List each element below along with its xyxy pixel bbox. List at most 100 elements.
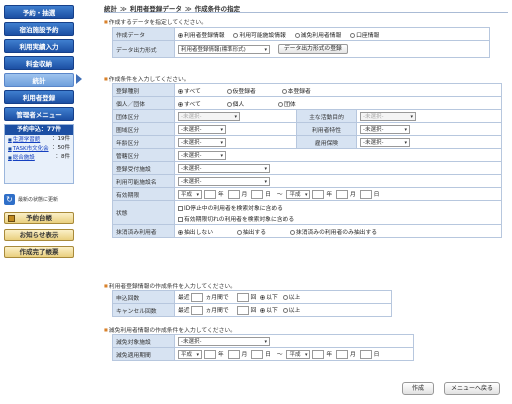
apply-times-input[interactable] (236, 293, 249, 302)
nav-reservation[interactable]: 予約・抽選 (4, 5, 74, 19)
request-facility-link[interactable]: 総合施設 (8, 153, 35, 162)
create-button[interactable]: 作成 (402, 382, 434, 395)
valid-to-day-input[interactable] (359, 190, 372, 199)
data-option-account[interactable]: 口座情報 (350, 32, 379, 39)
reduction-target-select[interactable]: -未選択- (178, 336, 270, 346)
data-spec-table: 作成データ 利用者登録情報 利用可能施設情報 減免利用者情報 口座情報 データ出… (112, 27, 490, 58)
register-format-button[interactable]: データ出力形式の登録 (277, 44, 348, 54)
valid-to-year-input[interactable] (312, 190, 325, 199)
cancel-cmp-above[interactable]: 以上 (282, 308, 300, 314)
status-check-expired[interactable]: 有効期限切れの利用者を検索対象に含める (178, 214, 498, 223)
refresh-button[interactable]: ↻ 最新の状態に更新 (4, 192, 78, 206)
reduction-target-cell: -未選択- (174, 334, 414, 348)
area-label: 圏域区分 (112, 122, 175, 136)
reduction-from-era-select[interactable]: 平成 (178, 350, 202, 359)
person-type-all[interactable]: すべて (178, 101, 201, 108)
jurisdiction-select[interactable]: -未選択- (178, 150, 226, 160)
recent-label: 最近 (178, 295, 190, 301)
section-head-data-spec: 作成するデータを指定してください。 (104, 17, 207, 26)
request-facility-link[interactable]: TASK市文化会 (8, 144, 49, 153)
apply-cmp-below[interactable]: 以下 (260, 295, 278, 301)
nav-user-registration[interactable]: 利用者登録 (4, 90, 74, 104)
group-type-select[interactable]: -未選択- (178, 111, 240, 121)
employ-select[interactable]: -未選択- (360, 137, 410, 147)
nav-fee-collection[interactable]: 料金収納 (4, 56, 74, 70)
user-attr-cell: -未選択- (356, 122, 502, 136)
reduction-from-day-input[interactable] (251, 350, 264, 359)
status-check-suspended[interactable]: ID停止中の利用者を検索対象に含める (178, 203, 498, 212)
divider (104, 12, 508, 13)
output-format-select[interactable]: 利用者登録情報(標準形式) (178, 44, 270, 54)
cancel-cmp-below[interactable]: 以下 (260, 308, 278, 314)
usable-facility-label: 利用可能施設名 (112, 174, 175, 188)
request-row: 総合施設 ：8件 (5, 153, 73, 162)
valid-to-era-select[interactable]: 平成 (286, 190, 311, 199)
unit-day: 日 (265, 352, 271, 358)
person-type-group[interactable]: 団体 (278, 101, 296, 108)
cancel-count-label: キャンセル回数 (112, 303, 175, 317)
section-head-reduction: 減免利用者情報の作成条件を入力してください。 (104, 325, 236, 334)
nav-lodging-reservation[interactable]: 宿泊施設予約 (4, 22, 74, 36)
reduction-period-cell: 平成 年 月 日 〜 平成 年 月 日 (174, 347, 414, 361)
age-cell: -未選択- (174, 135, 297, 149)
area-select[interactable]: -未選択- (178, 124, 226, 134)
cancel-times-input[interactable] (236, 306, 249, 315)
apply-cmp-above[interactable]: 以上 (282, 295, 300, 301)
completed-forms-button[interactable]: 作成完了帳票 (4, 246, 74, 258)
request-facility-link[interactable]: 生涯学習館 (8, 135, 41, 144)
data-option-user-reg[interactable]: 利用者登録情報 (178, 32, 225, 39)
reduction-to-day-input[interactable] (359, 350, 372, 359)
main-content: 統計≫利用者登録データ≫作成条件の指定 作成するデータを指定してください。 作成… (104, 0, 508, 404)
deleted-only[interactable]: 抹消済みの利用者のみ抽出する (289, 229, 377, 236)
unit-day: 日 (373, 352, 380, 358)
age-select[interactable]: -未選択- (178, 137, 226, 147)
reg-type-temporary[interactable]: 仮登録者 (226, 88, 256, 95)
request-count: ：50件 (52, 145, 70, 151)
unit-month: 月 (241, 352, 248, 358)
reg-type-full[interactable]: 本登録者 (281, 88, 311, 95)
valid-from-month-input[interactable] (227, 190, 240, 199)
apply-count-cell: 最近 ヵ月間で 回 以下 以上 (174, 290, 392, 304)
purpose-cell: -未選択- (356, 109, 502, 123)
reservation-ledger-button[interactable]: 予約台帳 (4, 212, 74, 224)
nav-admin-menu[interactable]: 管理者メニュー (4, 107, 74, 121)
valid-from-year-input[interactable] (203, 190, 216, 199)
usable-facility-select[interactable]: -未選択- (178, 176, 270, 186)
purpose-select[interactable]: -未選択- (360, 111, 416, 121)
unit-year: 年 (326, 192, 333, 198)
valid-from-era-select[interactable]: 平成 (178, 190, 202, 199)
usable-facility-cell: -未選択- (174, 174, 502, 188)
request-row: 生涯学習館 ：19件 (5, 135, 73, 144)
data-type-label: 作成データ (112, 27, 175, 41)
back-to-menu-button[interactable]: メニューへ戻る (444, 382, 500, 395)
valid-to-month-input[interactable] (335, 190, 348, 199)
person-type-individual[interactable]: 個人 (226, 101, 244, 108)
user-attr-select[interactable]: -未選択- (360, 124, 410, 134)
reg-facility-select[interactable]: -未選択- (178, 163, 270, 173)
unit-month: 月 (349, 192, 356, 198)
nav-statistics[interactable]: 統計 (4, 73, 74, 87)
valid-from-day-input[interactable] (251, 190, 264, 199)
nav-usage-input[interactable]: 利用実績入力 (4, 39, 74, 53)
reg-type-all[interactable]: すべて (178, 88, 201, 95)
cancel-months-input[interactable] (191, 306, 204, 315)
reduction-to-year-input[interactable] (312, 350, 325, 359)
deleted-none[interactable]: 抽出しない (178, 229, 213, 236)
reg-facility-label: 登録受付施設 (112, 161, 175, 175)
output-format-cell: 利用者登録情報(標準形式) データ出力形式の登録 (174, 40, 490, 58)
deleted-include[interactable]: 抽出する (236, 229, 266, 236)
reduction-from-month-input[interactable] (227, 350, 240, 359)
reduction-from-year-input[interactable] (203, 350, 216, 359)
output-format-label: データ出力形式 (112, 40, 175, 58)
unit-month: 月 (241, 192, 248, 198)
data-option-reduction-user[interactable]: 減免利用者情報 (294, 32, 341, 39)
employ-label: 雇用保険 (296, 135, 357, 149)
request-count: ：19件 (52, 136, 70, 142)
notice-display-button[interactable]: お知らせ表示 (4, 229, 74, 241)
section-head-conditions: 作成条件を入力してください。 (104, 74, 190, 83)
reduction-to-month-input[interactable] (335, 350, 348, 359)
reduction-to-era-select[interactable]: 平成 (286, 350, 311, 359)
person-type-options: すべて 個人 団体 (174, 96, 502, 110)
apply-months-input[interactable] (191, 293, 204, 302)
data-option-usable-facility[interactable]: 利用可能施設情報 (233, 32, 286, 39)
